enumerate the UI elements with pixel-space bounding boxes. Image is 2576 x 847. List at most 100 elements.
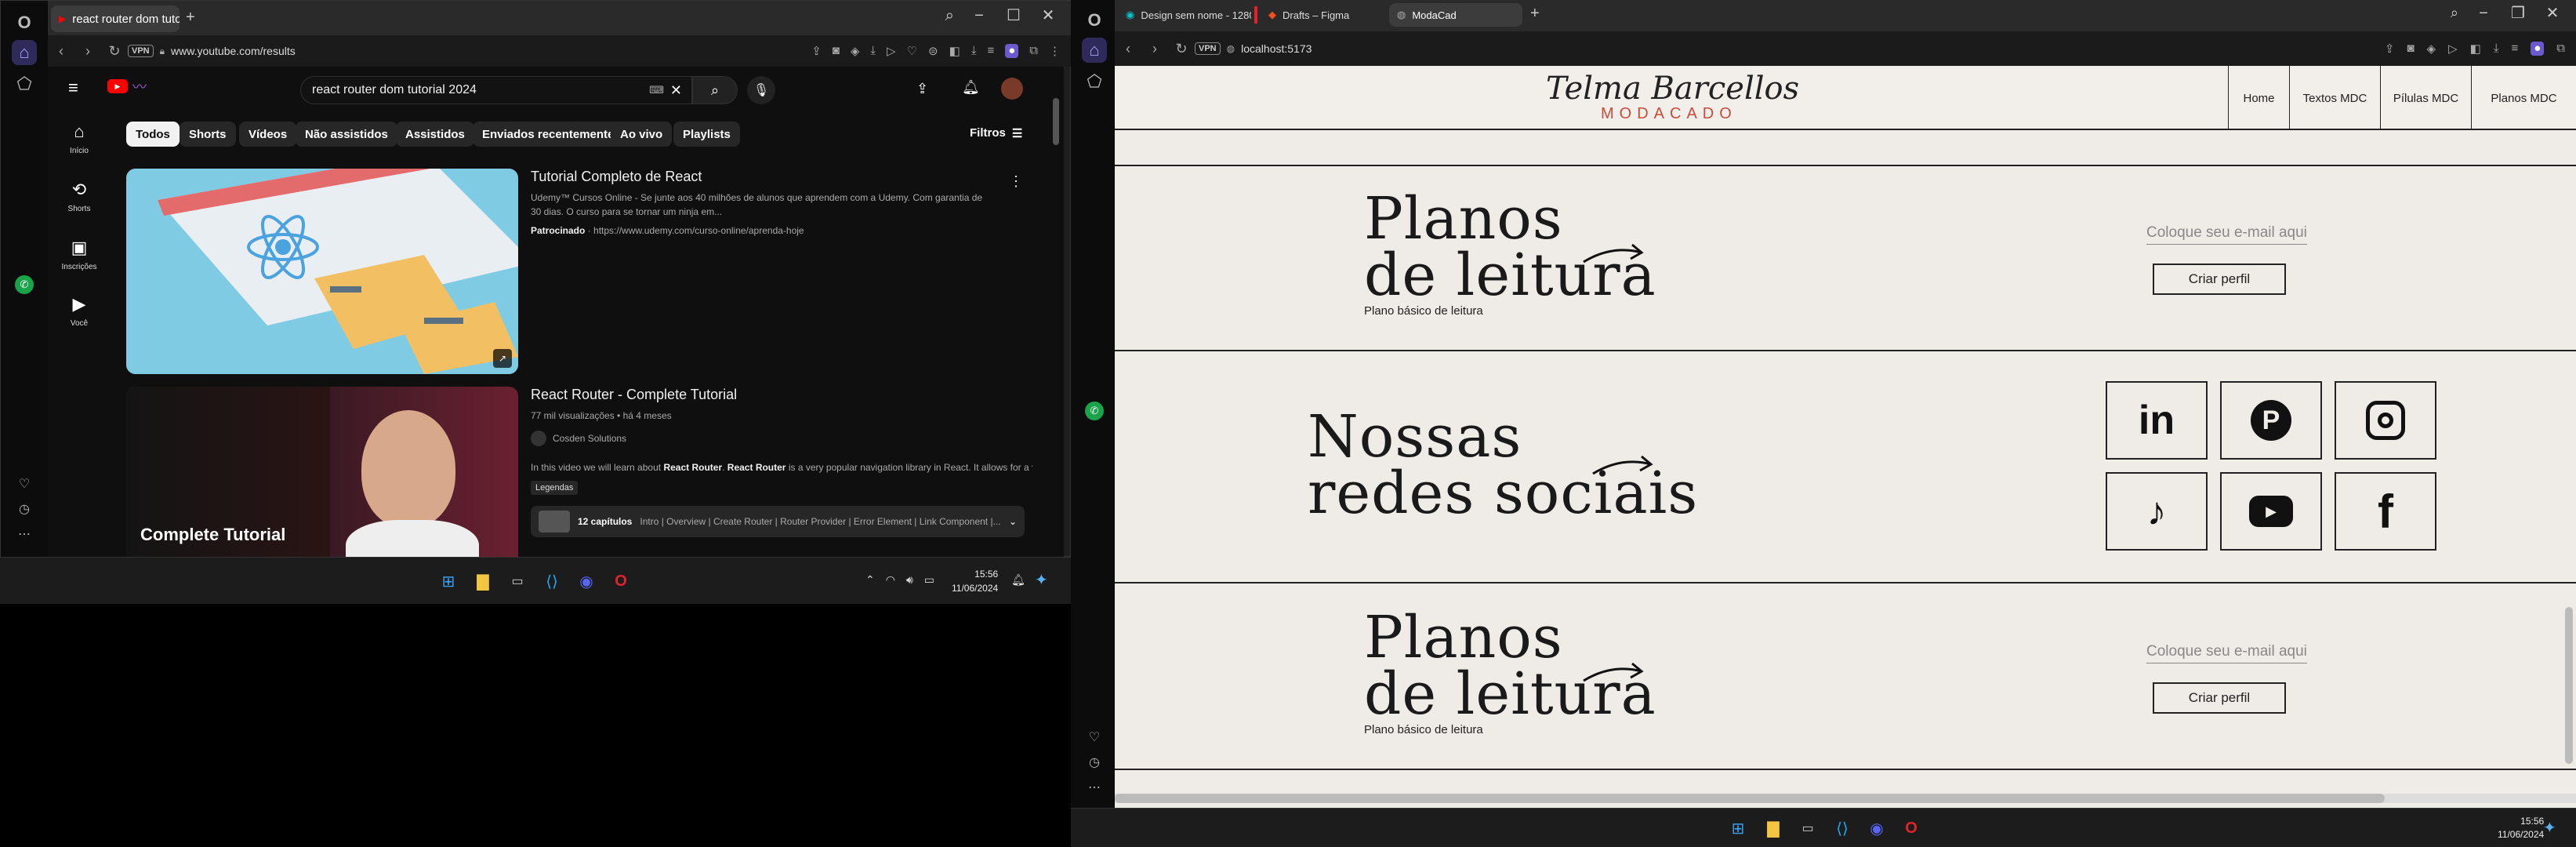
nav-textos-mdc[interactable]: Textos MDC bbox=[2289, 66, 2380, 130]
chevron-down-icon[interactable]: ⌄ bbox=[1009, 516, 1017, 527]
profile-icon[interactable]: ● bbox=[2531, 42, 2545, 56]
search-tabs-icon[interactable]: ⌕ bbox=[945, 7, 954, 25]
more-icon[interactable]: ⋯ bbox=[1082, 775, 1107, 800]
discord-icon[interactable]: ◉ bbox=[1864, 816, 1889, 841]
home-icon[interactable]: ⌂ bbox=[12, 40, 37, 65]
heart-icon[interactable]: ♡ bbox=[12, 471, 37, 496]
yt-nav-voce[interactable]: ▶ Você bbox=[48, 294, 111, 328]
play-icon[interactable]: ▷ bbox=[887, 44, 896, 58]
pinboard-icon[interactable]: ⬠ bbox=[1082, 69, 1107, 94]
play-icon[interactable]: ▷ bbox=[2448, 42, 2458, 56]
maximize-icon[interactable]: ☐ bbox=[996, 5, 1031, 25]
profile-icon[interactable]: ● bbox=[1005, 44, 1019, 58]
more-vert-icon[interactable]: ⋮ bbox=[1049, 44, 1061, 58]
notification-icon[interactable]: 🔔︎ bbox=[1011, 573, 1025, 587]
scrollbar-thumb[interactable] bbox=[1115, 794, 2385, 803]
ad-title[interactable]: Tutorial Completo de React bbox=[531, 169, 702, 185]
tab-canva[interactable]: ◉ Design sem nome - 1280... bbox=[1118, 3, 1251, 27]
chapters-panel[interactable]: 12 capítulos Intro | Overview | Create R… bbox=[531, 506, 1025, 537]
chip-videos[interactable]: Vídeos bbox=[239, 122, 297, 147]
tab-modacad[interactable]: ◍ ModaCad bbox=[1389, 3, 1522, 27]
download-icon[interactable]: ⤓ bbox=[870, 44, 876, 58]
ad-thumbnail[interactable]: ↗ bbox=[126, 169, 518, 374]
wifi-icon[interactable]: ◠ bbox=[886, 573, 895, 587]
chevron-up-icon[interactable]: ⌃ bbox=[865, 573, 875, 587]
forward-icon[interactable]: › bbox=[74, 43, 101, 60]
yt-nav-inicio[interactable]: ⌂ Início bbox=[48, 122, 111, 155]
whatsapp-icon[interactable]: ✆ bbox=[15, 275, 34, 294]
menu-icon[interactable]: ≡ bbox=[2511, 42, 2518, 56]
share-icon[interactable]: ⇪ bbox=[811, 44, 822, 58]
pinboard-icon[interactable]: ⬠ bbox=[12, 71, 37, 96]
back-icon[interactable]: ‹ bbox=[48, 43, 74, 60]
tab-youtube[interactable]: ▶ react router dom tutorial bbox=[51, 5, 180, 32]
linkedin-button[interactable]: in bbox=[2106, 381, 2208, 460]
chip-nao-assistidos[interactable]: Não assistidos bbox=[296, 122, 397, 147]
site-info-icon[interactable]: ◍ bbox=[1227, 43, 1235, 54]
extensions-icon[interactable]: ⧉ bbox=[1029, 44, 1038, 58]
close-icon[interactable]: ✕ bbox=[2535, 3, 2570, 23]
terminal-icon[interactable]: ▭ bbox=[505, 569, 530, 594]
history-icon[interactable]: ◷ bbox=[1082, 750, 1107, 775]
vpn-badge[interactable]: VPN bbox=[1195, 42, 1221, 55]
nav-home[interactable]: Home bbox=[2228, 66, 2289, 130]
bell-icon[interactable]: 🔔︎ bbox=[962, 79, 980, 96]
keyboard-icon[interactable]: ⌨ bbox=[649, 84, 664, 96]
instagram-button[interactable] bbox=[2335, 381, 2436, 460]
tiktok-button[interactable]: ♪ bbox=[2106, 472, 2208, 551]
youtube-logo-icon[interactable]: ▶ bbox=[107, 79, 128, 93]
search-box[interactable]: react router dom tutorial 2024 ⌨ ✕ bbox=[300, 76, 692, 104]
heart-icon[interactable]: ♡ bbox=[907, 44, 917, 58]
video-title[interactable]: React Router - Complete Tutorial bbox=[531, 387, 737, 403]
avatar[interactable] bbox=[1001, 78, 1023, 100]
forward-icon[interactable]: › bbox=[1141, 41, 1168, 57]
email-field[interactable]: Coloque seu e-mail aqui bbox=[2146, 643, 2307, 663]
download-manager-icon[interactable]: ⤓ bbox=[971, 44, 977, 58]
windows-start-icon[interactable]: ⊞ bbox=[436, 569, 461, 594]
criar-perfil-button[interactable]: Criar perfil bbox=[2153, 264, 2286, 295]
nav-planos-mdc[interactable]: Planos MDC bbox=[2471, 66, 2576, 130]
windows-start-icon[interactable]: ⊞ bbox=[1725, 816, 1751, 841]
url-field[interactable]: www.youtube.com/results bbox=[171, 45, 296, 57]
history-icon[interactable]: ◷ bbox=[12, 496, 37, 522]
sidebar-toggle-icon[interactable]: ◧ bbox=[949, 44, 960, 58]
vscode-icon[interactable]: ⟨⟩ bbox=[1830, 816, 1855, 841]
voice-search-button[interactable]: 🎙︎ bbox=[747, 76, 775, 104]
video-thumbnail[interactable]: Complete Tutorial bbox=[126, 387, 518, 558]
channel-name[interactable]: Cosden Solutions bbox=[553, 431, 626, 445]
clock[interactable]: 15:56 11/06/2024 bbox=[952, 567, 998, 595]
youtube-doodle-icon[interactable]: 〰 bbox=[132, 76, 147, 96]
horizontal-scrollbar[interactable] bbox=[1115, 794, 2576, 803]
clock[interactable]: 15:56 11/06/2024 bbox=[2498, 815, 2544, 842]
minimize-icon[interactable]: − bbox=[2466, 5, 2501, 23]
filters-button[interactable]: Filtros ☰ bbox=[970, 126, 1022, 140]
reload-icon[interactable]: ↻ bbox=[1168, 41, 1195, 57]
menu-icon[interactable]: ≡ bbox=[987, 44, 994, 58]
heart-icon[interactable]: ♡ bbox=[1082, 725, 1107, 750]
scrollbar[interactable] bbox=[1053, 98, 1059, 145]
yt-nav-inscricoes[interactable]: ▣ Inscrições bbox=[48, 238, 111, 271]
copilot-icon[interactable]: ✦ bbox=[1035, 570, 1048, 590]
restore-icon[interactable]: ❐ bbox=[2501, 3, 2535, 23]
minimize-icon[interactable]: − bbox=[962, 7, 996, 25]
reload-icon[interactable]: ↻ bbox=[101, 43, 128, 60]
youtube-button[interactable]: ▶ bbox=[2220, 472, 2322, 551]
clear-search-icon[interactable]: ✕ bbox=[670, 82, 682, 99]
url-field[interactable]: localhost:5173 bbox=[1241, 42, 1312, 55]
chip-todos[interactable]: Todos bbox=[126, 122, 180, 147]
opera-taskbar-icon[interactable]: O bbox=[608, 569, 633, 594]
shield-icon[interactable]: ◈ bbox=[2427, 42, 2436, 56]
terminal-icon[interactable]: ▭ bbox=[1795, 816, 1820, 841]
extensions-icon[interactable]: ⧉ bbox=[2556, 42, 2565, 56]
shield-icon[interactable]: ◈ bbox=[851, 44, 860, 58]
new-tab-icon[interactable]: + bbox=[186, 9, 195, 27]
vscode-icon[interactable]: ⟨⟩ bbox=[539, 569, 564, 594]
search-input[interactable]: react router dom tutorial 2024 bbox=[312, 83, 477, 97]
nav-pilulas-mdc[interactable]: Pílulas MDC bbox=[2380, 66, 2471, 130]
whatsapp-icon[interactable]: ✆ bbox=[1085, 402, 1104, 420]
chip-enviados-recentemente[interactable]: Enviados recentemente bbox=[473, 122, 624, 147]
search-tabs-icon[interactable]: ⌕ bbox=[2451, 5, 2458, 21]
volume-icon[interactable]: 🔊︎ bbox=[906, 573, 913, 587]
more-icon[interactable]: ⋯ bbox=[12, 522, 37, 547]
sidebar-toggle-icon[interactable]: ◧ bbox=[2470, 42, 2481, 56]
